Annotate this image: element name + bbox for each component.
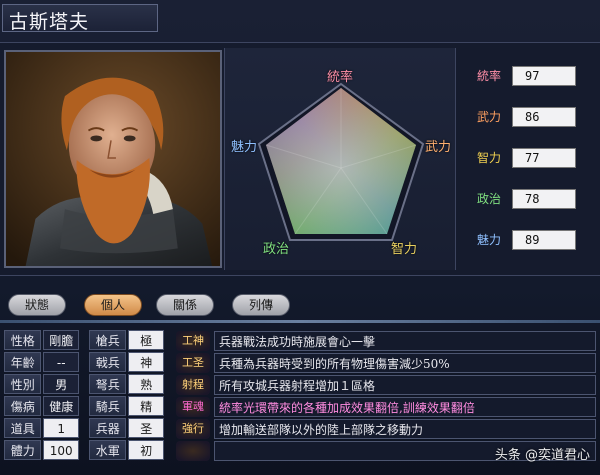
attr-val-gender: 男: [43, 374, 79, 394]
radar-label-leadership: 統率: [327, 70, 354, 85]
attr-val-cavalry: 精: [128, 396, 164, 416]
stat-row-politics: 政治 78: [470, 189, 590, 209]
stat-radar-chart: 統率 武力 智力 政治 魅力: [224, 48, 456, 270]
radar-label-politics: 政治: [263, 242, 290, 257]
attr-key-siege: 兵器: [89, 418, 127, 438]
attr-key-cavalry: 騎兵: [89, 396, 127, 416]
attribute-row: 體力 100 水軍 初: [4, 440, 164, 461]
skill-row[interactable]: 工神 兵器戰法成功時施展會心一擊: [176, 330, 596, 351]
tab-divider: [0, 320, 600, 323]
skill-name: 工神: [176, 330, 210, 351]
skill-description: 兵種為兵器時受到的所有物理傷害減少50%: [214, 352, 596, 373]
tab-personal[interactable]: 個人: [84, 294, 142, 316]
stat-value-leadership: 97: [512, 66, 576, 86]
skill-list: 工神 兵器戰法成功時施展會心一擊 工圣 兵種為兵器時受到的所有物理傷害減少50%…: [176, 330, 596, 462]
attr-key-gender: 性別: [4, 374, 42, 394]
stat-row-leadership: 統率 97: [470, 66, 590, 86]
attr-val-age: --: [43, 352, 79, 372]
attr-key-personality: 性格: [4, 330, 42, 350]
skill-row[interactable]: 射程 所有攻城兵器射程增加１區格: [176, 374, 596, 395]
skill-row[interactable]: 工圣 兵種為兵器時受到的所有物理傷害減少50%: [176, 352, 596, 373]
attr-key-health: 傷病: [4, 396, 42, 416]
attr-key-halberd: 戟兵: [89, 352, 127, 372]
attribute-row: 傷病 健康 騎兵 精: [4, 396, 164, 417]
attr-key-crossbow: 弩兵: [89, 374, 127, 394]
attribute-row: 道具 1 兵器 圣: [4, 418, 164, 439]
stat-values: 統率 97 武力 86 智力 77 政治 78 魅力 89: [470, 66, 590, 271]
stat-label-charm: 魅力: [476, 233, 501, 247]
stat-row-intelligence: 智力 77: [470, 148, 590, 168]
stat-value-politics: 78: [512, 189, 576, 209]
tab-biography[interactable]: 列傳: [232, 294, 290, 316]
attr-val-items: 1: [43, 418, 79, 438]
attr-val-health: 健康: [43, 396, 79, 416]
stat-value-war: 86: [512, 107, 576, 127]
radar-label-war: 武力: [425, 140, 452, 155]
attr-val-halberd: 神: [128, 352, 164, 372]
stat-label-intelligence: 智力: [476, 151, 501, 165]
officer-info-window: 古斯塔夫 統率 武力 智力 政治 魅力 統率 97 武力 86 智力 77 政治…: [0, 0, 600, 475]
stat-value-charm: 89: [512, 230, 576, 250]
skill-description: 兵器戰法成功時施展會心一擊: [214, 330, 596, 351]
attr-key-stamina: 體力: [4, 440, 42, 460]
skill-name: [176, 440, 210, 461]
stat-value-intelligence: 77: [512, 148, 576, 168]
stat-label-politics: 政治: [476, 192, 501, 206]
officer-name: 古斯塔夫: [2, 4, 158, 33]
tab-status[interactable]: 狀態: [8, 294, 66, 316]
attr-val-crossbow: 熟: [128, 374, 164, 394]
attr-val-navy: 初: [128, 440, 164, 460]
skill-name: 射程: [176, 374, 210, 395]
officer-portrait: [4, 50, 222, 268]
radar-label-charm: 魅力: [231, 140, 258, 155]
watermark-text: 头条 @奕道君心: [494, 448, 590, 463]
attr-key-navy: 水軍: [89, 440, 127, 460]
skill-row[interactable]: 軍魂 統率光環帶來的各種加成效果翻倍,訓練效果翻倍: [176, 396, 596, 417]
skill-description: 所有攻城兵器射程增加１區格: [214, 374, 596, 395]
skill-name: 工圣: [176, 352, 210, 373]
info-tabs: 狀態 個人 關係 列傳: [0, 290, 600, 320]
stat-label-leadership: 統率: [476, 69, 501, 83]
skill-description: 增加輸送部隊以外的陸上部隊之移動力: [214, 418, 596, 439]
skill-name: 軍魂: [176, 396, 210, 417]
attr-key-spear: 槍兵: [89, 330, 127, 350]
stat-row-war: 武力 86: [470, 107, 590, 127]
attribute-grid: 性格 剛膽 槍兵 極 年齡 -- 戟兵 神 性別 男 弩兵 熟 傷病 健康 騎兵…: [4, 330, 164, 462]
attribute-row: 性別 男 弩兵 熟: [4, 374, 164, 395]
skill-row[interactable]: 強行 增加輸送部隊以外的陸上部隊之移動力: [176, 418, 596, 439]
portrait-image: [6, 52, 220, 266]
attr-val-spear: 極: [128, 330, 164, 350]
attr-val-stamina: 100: [43, 440, 79, 460]
attr-val-siege: 圣: [128, 418, 164, 438]
attribute-row: 性格 剛膽 槍兵 極: [4, 330, 164, 351]
attr-key-age: 年齡: [4, 352, 42, 372]
radar-label-intelligence: 智力: [391, 242, 418, 257]
stat-row-charm: 魅力 89: [470, 230, 590, 250]
skill-description: 統率光環帶來的各種加成效果翻倍,訓練效果翻倍: [214, 396, 596, 417]
attr-val-personality: 剛膽: [43, 330, 79, 350]
attribute-row: 年齡 -- 戟兵 神: [4, 352, 164, 373]
skill-name: 強行: [176, 418, 210, 439]
stat-label-war: 武力: [476, 110, 501, 124]
attr-key-items: 道具: [4, 418, 42, 438]
tab-relations[interactable]: 關係: [156, 294, 214, 316]
